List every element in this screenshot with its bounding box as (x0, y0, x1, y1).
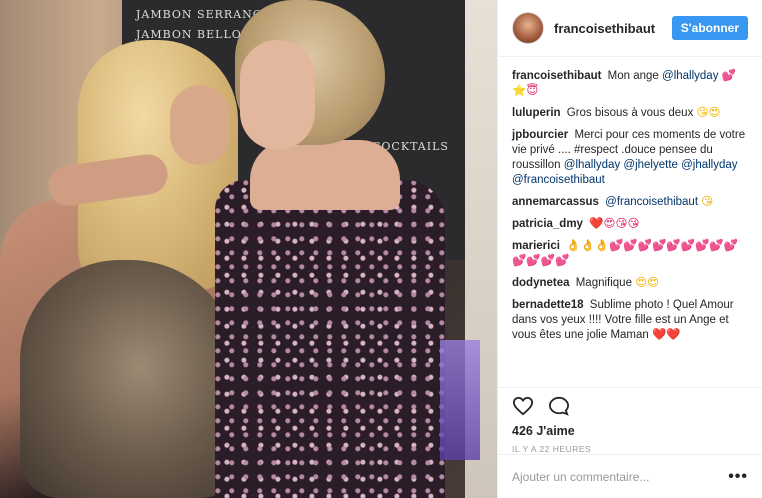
comment-item: annemarcassus @francoisethibaut 😘 (512, 195, 748, 210)
comment-item: marierici 👌👌👌💕💕💕💕💕💕💕💕💕💕💕💕💕 (512, 239, 748, 269)
instagram-post: JAMBON SERRANO JAMBON BELLOTA COCKTAILS … (0, 0, 762, 498)
comment-username[interactable]: patricia_dmy (512, 218, 583, 230)
heart-icon[interactable] (512, 396, 534, 416)
comment-username[interactable]: jpbourcier (512, 129, 568, 141)
comment-emoji: 😘😍 (696, 107, 721, 119)
comment-emoji: ❤️😍😘😘 (589, 218, 640, 230)
comment-item: luluperin Gros bisous à vous deux 😘😍 (512, 106, 748, 121)
comment-item: dodynetea Magnifique 😍😍 (512, 276, 748, 291)
comment-text: Magnifique (575, 277, 632, 289)
comment-username[interactable]: luluperin (512, 107, 561, 119)
photo-dog (20, 260, 240, 498)
post-actions: 426 J'aime Il y a 22 heures (498, 387, 762, 454)
comment-emoji: 😘 (701, 196, 714, 208)
action-icons (512, 396, 748, 416)
comment-username[interactable]: dodynetea (512, 277, 570, 289)
comment-item: jpbourcier Merci pour ces moments de vot… (512, 128, 748, 188)
likes-count[interactable]: 426 J'aime (512, 424, 748, 438)
add-comment-bar: ••• (498, 454, 762, 498)
comment-item: francoisethibaut Mon ange @lhallyday 💕⭐😇 (512, 69, 748, 99)
post-timestamp[interactable]: Il y a 22 heures (512, 444, 748, 454)
comment-text: Mon ange (607, 70, 659, 82)
comment-username[interactable]: bernadette18 (512, 299, 584, 311)
chalk-line: JAMBON SERRANO (136, 8, 263, 21)
comment-text: Gros bisous à vous deux (566, 107, 694, 119)
comment-item: patricia_dmy ❤️😍😘😘 (512, 217, 748, 232)
photo-person-right-shoulders (250, 140, 400, 210)
comments-list[interactable]: francoisethibaut Mon ange @lhallyday 💕⭐😇… (498, 57, 762, 387)
comment-item: bernadette18 Sublime photo ! Quel Amour … (512, 298, 748, 343)
comment-mention[interactable]: @francoisethibaut (605, 196, 698, 208)
post-username[interactable]: francoisethibaut (554, 21, 672, 36)
comment-mention[interactable]: @lhallyday (662, 70, 718, 82)
follow-button[interactable]: S'abonner (671, 16, 748, 40)
avatar[interactable] (512, 12, 544, 44)
comment-icon[interactable] (548, 396, 570, 416)
comment-input[interactable] (512, 469, 729, 484)
post-sidebar: francoisethibaut S'abonner francoisethib… (497, 0, 762, 498)
photo-person-right-dress (215, 180, 445, 498)
photo-purple-light (440, 340, 480, 460)
more-options-icon[interactable]: ••• (728, 468, 748, 486)
photo-person-right-face (240, 40, 315, 150)
comment-username[interactable]: francoisethibaut (512, 70, 601, 82)
photo-person-left-face (170, 85, 230, 165)
post-header: francoisethibaut S'abonner (498, 0, 762, 57)
comment-emoji: 😍😍 (635, 277, 660, 289)
comment-username[interactable]: annemarcassus (512, 196, 599, 208)
comment-emoji: ❤️❤️ (652, 329, 681, 341)
comment-username[interactable]: marierici (512, 240, 560, 252)
post-photo[interactable]: JAMBON SERRANO JAMBON BELLOTA COCKTAILS (0, 0, 497, 498)
